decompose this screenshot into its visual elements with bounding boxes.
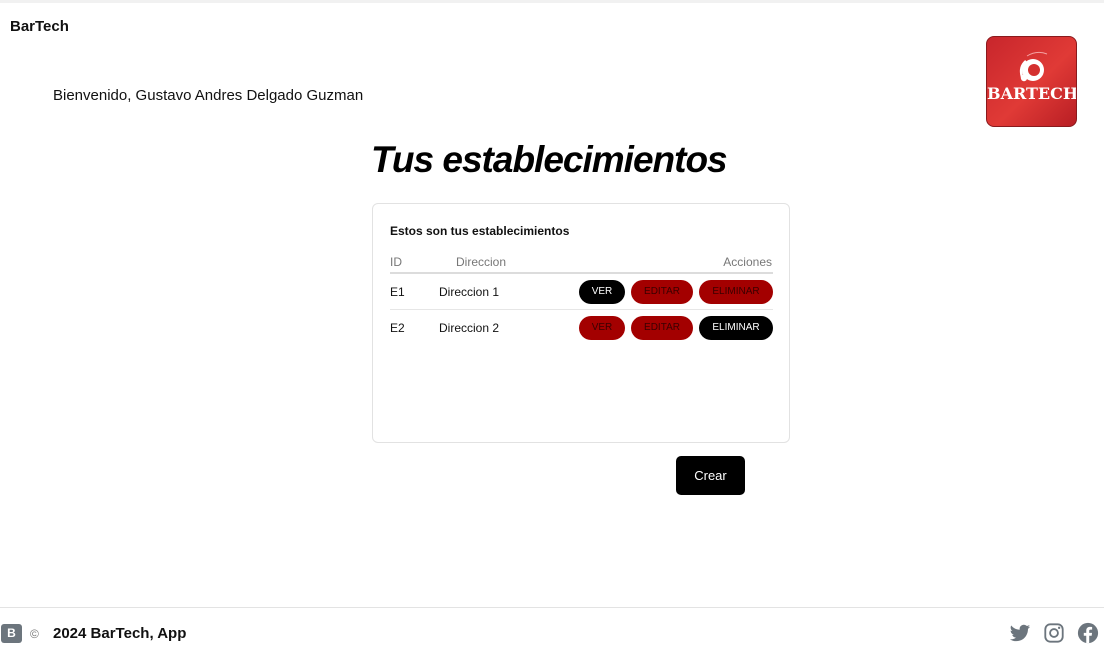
- bootstrap-icon[interactable]: B: [1, 624, 22, 643]
- logo-text: BARTECH: [987, 84, 1077, 103]
- card-title: Estos son tus establecimientos: [390, 224, 570, 238]
- cell-direccion: Direccion 2: [439, 321, 500, 335]
- footer-copyright: 2024 BarTech, App: [53, 625, 187, 642]
- twitter-icon[interactable]: [1009, 622, 1031, 644]
- editar-button[interactable]: EDITAR: [631, 280, 693, 304]
- welcome-message: Bienvenido, Gustavo Andres Delgado Guzma…: [53, 87, 364, 104]
- table-row: E2 Direccion 2 VER EDITAR ELIMINAR: [390, 310, 773, 346]
- cell-id: E2: [390, 321, 405, 335]
- bartech-logo: BARTECH: [986, 36, 1077, 127]
- column-header-direccion: Direccion: [456, 255, 507, 269]
- instagram-icon[interactable]: [1043, 622, 1065, 644]
- top-border: [0, 0, 1104, 3]
- cell-direccion: Direccion 1: [439, 285, 500, 299]
- cell-id: E1: [390, 285, 405, 299]
- eliminar-button[interactable]: ELIMINAR: [699, 316, 773, 340]
- column-header-acciones: Acciones: [723, 255, 772, 269]
- footer-divider: [0, 607, 1104, 608]
- eliminar-button[interactable]: ELIMINAR: [699, 280, 773, 304]
- column-header-id: ID: [390, 255, 402, 269]
- facebook-icon[interactable]: [1077, 622, 1099, 644]
- page-title: Tus establecimientos: [371, 139, 728, 180]
- crear-button[interactable]: Crear: [676, 456, 745, 495]
- ver-button[interactable]: VER: [579, 280, 625, 304]
- editar-button[interactable]: EDITAR: [631, 316, 693, 340]
- table-row: E1 Direccion 1 VER EDITAR ELIMINAR: [390, 274, 773, 310]
- logo-music-icon: [1019, 51, 1048, 82]
- copyright-icon: ©: [30, 627, 39, 641]
- navbar-brand[interactable]: BarTech: [10, 18, 69, 35]
- establishments-card: Estos son tus establecimientos ID Direcc…: [372, 203, 790, 443]
- ver-button[interactable]: VER: [579, 316, 625, 340]
